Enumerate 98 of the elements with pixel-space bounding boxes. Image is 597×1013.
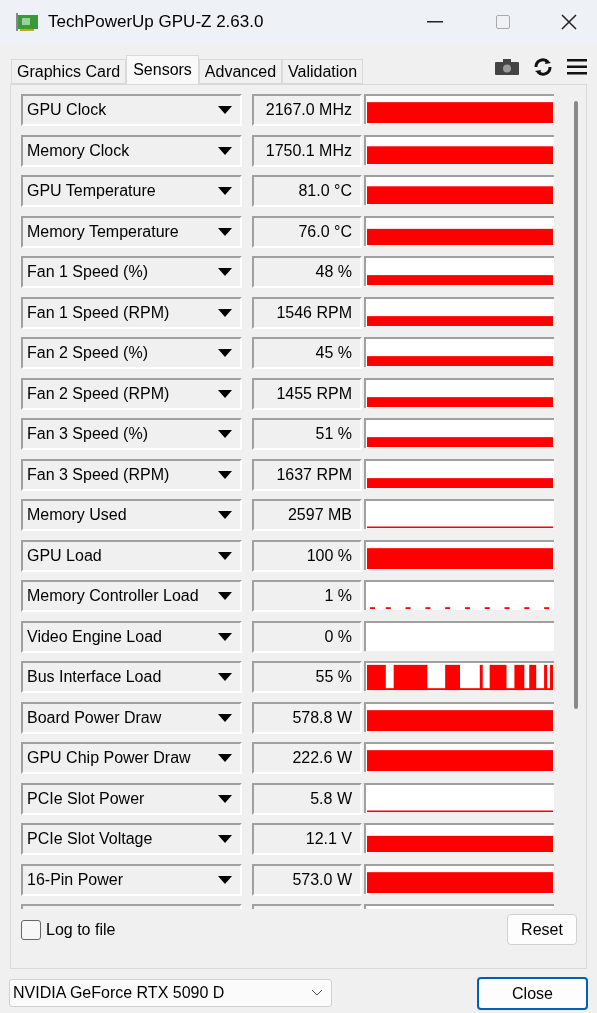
sensor-dropdown[interactable]: Fan 1 Speed (RPM) bbox=[21, 296, 242, 329]
sensor-dropdown[interactable]: GPU Load bbox=[21, 539, 242, 572]
sensor-dropdown[interactable]: Board Power Draw bbox=[21, 701, 242, 734]
sensor-name: Fan 3 Speed (RPM) bbox=[27, 464, 170, 485]
sensor-value: 1 % bbox=[252, 580, 362, 612]
sensor-name: Memory Temperature bbox=[27, 221, 179, 242]
sensor-dropdown[interactable]: GPU Chip Power Draw bbox=[21, 742, 242, 774]
sensor-name: 16-Pin Power bbox=[27, 869, 124, 890]
camera-icon[interactable] bbox=[495, 59, 519, 75]
caret-icon bbox=[218, 673, 232, 681]
sensor-dropdown[interactable]: Fan 2 Speed (RPM) bbox=[21, 377, 242, 410]
sensor-name: Memory Clock bbox=[27, 140, 130, 161]
tab[interactable]: Sensors bbox=[126, 55, 199, 84]
sensor-name: Fan 2 Speed (RPM) bbox=[27, 383, 170, 404]
caret-icon bbox=[218, 389, 232, 398]
sensor-value: 51 % bbox=[252, 418, 362, 450]
close-icon[interactable] bbox=[561, 14, 577, 30]
sensor-dropdown[interactable]: PCIe Slot Voltage bbox=[21, 823, 242, 855]
sensor-value: 1750.1 MHz bbox=[252, 134, 362, 167]
sensor-dropdown[interactable]: Fan 3 Speed (RPM) bbox=[21, 458, 242, 491]
caret-icon bbox=[218, 187, 232, 195]
sensor-name: GPU Clock bbox=[27, 100, 107, 120]
tab[interactable]: Advanced bbox=[198, 59, 283, 84]
caret-icon bbox=[218, 875, 232, 884]
sensor-name: PCIe Slot Voltage bbox=[27, 829, 153, 849]
sensor-value: 45 % bbox=[252, 337, 362, 369]
caret-icon bbox=[218, 308, 232, 317]
tab[interactable]: Graphics Card bbox=[11, 59, 127, 84]
sensor-dropdown[interactable]: Fan 2 Speed (%) bbox=[21, 337, 242, 369]
sensor-value: 1546 RPM bbox=[252, 296, 362, 329]
chevron-down-icon bbox=[311, 989, 323, 996]
sensor-value: 76.0 °C bbox=[252, 215, 362, 248]
checkbox[interactable] bbox=[21, 919, 41, 940]
sensor-value: 2167.0 MHz bbox=[252, 94, 362, 126]
checkbox-label: Log to file bbox=[46, 919, 116, 940]
sensor-name: Fan 1 Speed (RPM) bbox=[27, 302, 170, 323]
caret-icon bbox=[218, 146, 232, 155]
sensor-value: 578.8 W bbox=[252, 701, 362, 734]
sensor-dropdown[interactable]: Fan 1 Speed (%) bbox=[21, 256, 242, 288]
sensor-dropdown[interactable]: GPU Temperature bbox=[21, 175, 242, 207]
sensor-name: Memory Used bbox=[27, 505, 127, 525]
sensor-dropdown[interactable]: 16-Pin Power bbox=[21, 863, 242, 896]
caret-icon bbox=[218, 794, 232, 803]
sensor-value: 48 % bbox=[252, 256, 362, 288]
caret-icon bbox=[218, 632, 232, 641]
menu-icon[interactable] bbox=[567, 59, 587, 75]
sensor-value: 1455 RPM bbox=[252, 377, 362, 410]
sensor-dropdown[interactable]: Memory Controller Load bbox=[21, 580, 242, 612]
sensor-value: 81.0 °C bbox=[252, 175, 362, 207]
sensor-value: 222.6 W bbox=[252, 742, 362, 774]
close-button[interactable]: Close bbox=[477, 977, 588, 1010]
sensor-value: 100 % bbox=[252, 539, 362, 572]
caret-icon bbox=[218, 835, 232, 843]
caret-icon bbox=[218, 470, 232, 479]
caret-icon bbox=[218, 592, 232, 600]
sensor-value: 55 % bbox=[252, 661, 362, 693]
sensor-value: 2597 MB bbox=[252, 499, 362, 531]
sensor-name: PCIe Slot Power bbox=[27, 788, 145, 809]
sensor-name: GPU Chip Power Draw bbox=[27, 748, 191, 768]
sensor-value: 0 % bbox=[252, 620, 362, 653]
sensor-name: Board Power Draw bbox=[27, 707, 162, 728]
caret-icon bbox=[218, 106, 232, 114]
sensor-dropdown[interactable]: PCIe Slot Power bbox=[21, 782, 242, 815]
sensor-name: Video Engine Load bbox=[27, 626, 162, 647]
sensor-value: 1637 RPM bbox=[252, 458, 362, 491]
sensor-dropdown[interactable]: Memory Used bbox=[21, 499, 242, 531]
tab[interactable]: Validation bbox=[282, 59, 364, 84]
sensor-dropdown[interactable]: Video Engine Load bbox=[21, 620, 242, 653]
sensor-dropdown[interactable]: Fan 3 Speed (%) bbox=[21, 418, 242, 450]
window-title: TechPowerUp GPU-Z 2.63.0 bbox=[48, 11, 264, 34]
caret-icon bbox=[218, 754, 232, 762]
sensor-name: Fan 2 Speed (%) bbox=[27, 343, 148, 363]
caret-icon bbox=[218, 551, 232, 560]
sensor-name: GPU Load bbox=[27, 545, 102, 566]
sensor-name: Memory Controller Load bbox=[27, 586, 199, 606]
gpu-select-value: NVIDIA GeForce RTX 5090 D bbox=[13, 982, 225, 1003]
refresh-icon[interactable] bbox=[533, 58, 553, 76]
sensor-value: 12.1 V bbox=[252, 823, 362, 855]
sensor-name: GPU Temperature bbox=[27, 181, 156, 201]
caret-icon bbox=[218, 349, 232, 357]
caret-icon bbox=[218, 268, 232, 276]
gpu-select[interactable]: NVIDIA GeForce RTX 5090 D bbox=[9, 978, 332, 1007]
sensor-value: 5.8 W bbox=[252, 782, 362, 815]
caret-icon bbox=[218, 227, 232, 236]
sensor-dropdown[interactable]: GPU Clock bbox=[21, 94, 242, 126]
caret-icon bbox=[218, 511, 232, 519]
sensor-dropdown[interactable]: Bus Interface Load bbox=[21, 661, 242, 693]
sensor-dropdown[interactable]: Memory Clock bbox=[21, 134, 242, 167]
graphics-card-icon bbox=[16, 13, 38, 31]
caret-icon bbox=[218, 713, 232, 722]
caret-icon bbox=[218, 430, 232, 438]
sensor-name: Fan 1 Speed (%) bbox=[27, 262, 148, 282]
sensor-dropdown[interactable]: Memory Temperature bbox=[21, 215, 242, 248]
sensor-value: 573.0 W bbox=[252, 863, 362, 896]
minimize-icon[interactable] bbox=[427, 21, 443, 23]
sensor-name: Bus Interface Load bbox=[27, 667, 162, 687]
sensor-name: Fan 3 Speed (%) bbox=[27, 424, 148, 444]
reset-button[interactable]: Reset bbox=[507, 914, 577, 945]
